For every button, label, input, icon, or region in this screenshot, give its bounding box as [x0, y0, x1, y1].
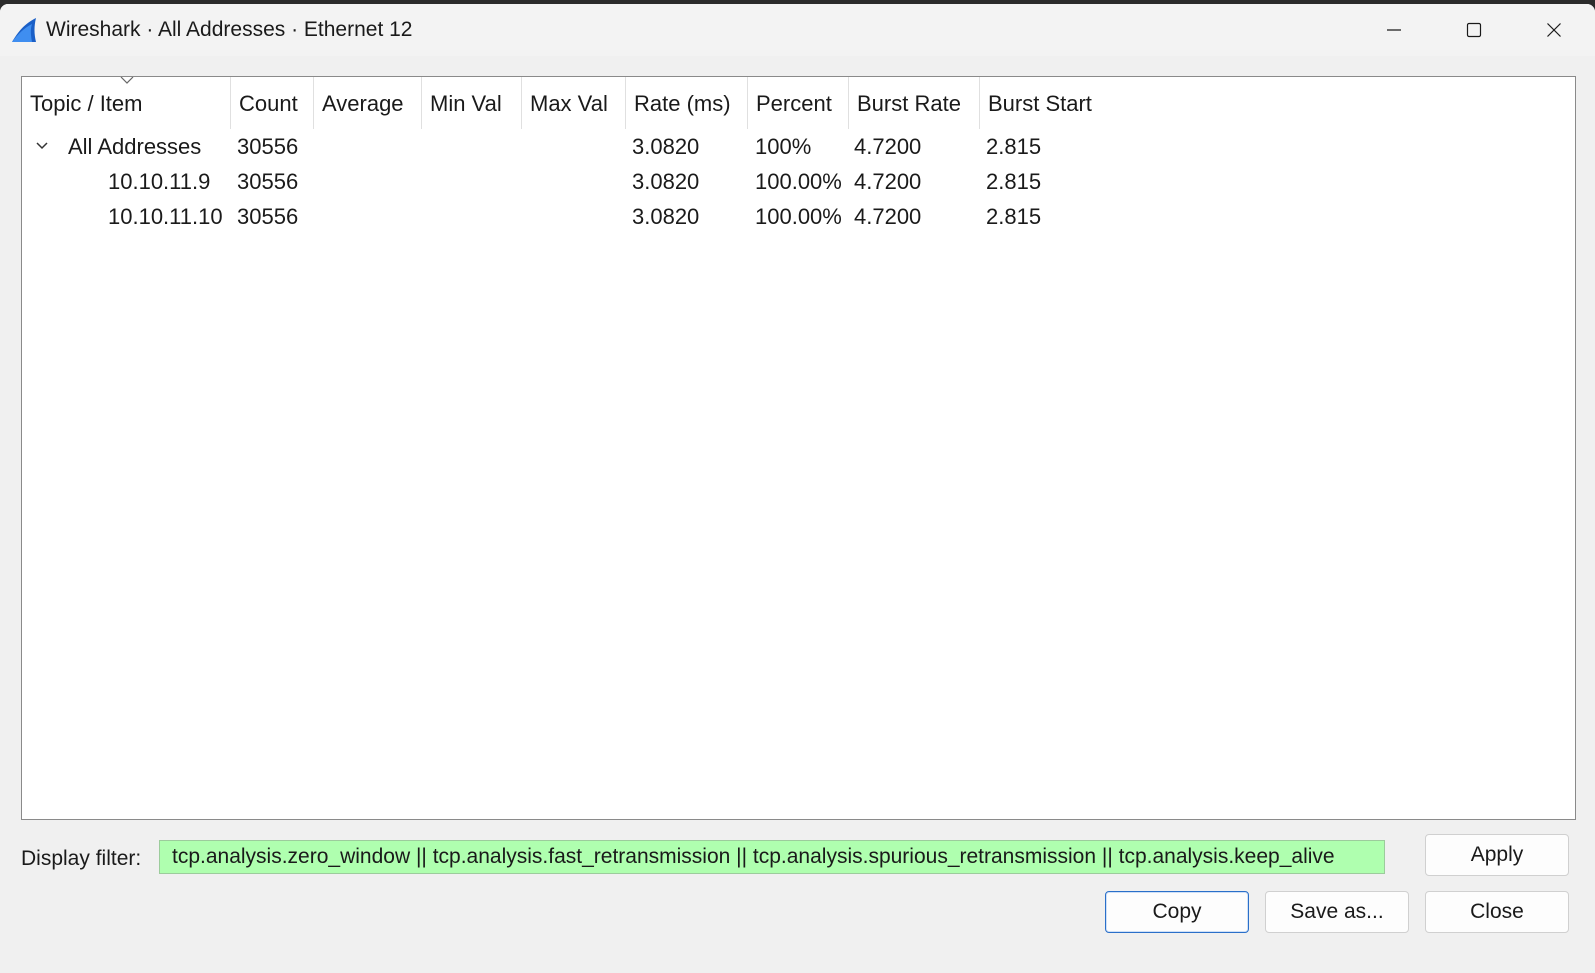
column-header-label: Burst Rate [857, 91, 961, 116]
column-header-count[interactable]: Count [231, 77, 314, 129]
statistics-window: Wireshark · All Addresses · Ethernet 12 [0, 4, 1595, 973]
window-title: Wireshark · All Addresses · Ethernet 12 [46, 18, 413, 41]
column-header-label: Count [239, 91, 298, 116]
cell-burst-start: 2.815 [986, 134, 1042, 159]
column-header-label: Rate (ms) [634, 91, 731, 116]
column-header-topic[interactable]: Topic / Item [22, 77, 231, 129]
maximize-icon [1466, 22, 1482, 38]
cell-burst-rate: 4.7200 [854, 169, 922, 194]
cell-burst-rate: 4.7200 [854, 134, 922, 159]
display-filter-label: Display filter: [21, 847, 142, 870]
title-bar[interactable]: Wireshark · All Addresses · Ethernet 12 [0, 4, 1595, 56]
column-header-percent[interactable]: Percent [748, 77, 849, 129]
maximize-button[interactable] [1435, 4, 1513, 56]
cell-count: 30556 [237, 204, 299, 229]
table-row[interactable]: All Addresses 30556 3.0820 100% 4.7200 2… [22, 129, 1575, 164]
minimize-icon [1387, 29, 1401, 31]
column-header-label: Max Val [530, 91, 608, 116]
cell-burst-start: 2.815 [986, 204, 1042, 229]
stats-tree[interactable]: Topic / Item Count Average Min Val Max V… [21, 76, 1576, 820]
close-button[interactable]: Close [1425, 891, 1569, 933]
table-header: Topic / Item Count Average Min Val Max V… [22, 77, 1575, 129]
column-header-label: Topic / Item [30, 91, 143, 116]
cell-topic: 10.10.11.9 [108, 169, 211, 194]
cell-rate: 3.0820 [632, 134, 700, 159]
cell-count: 30556 [237, 134, 299, 159]
copy-button[interactable]: Copy [1105, 891, 1249, 933]
minimize-button[interactable] [1355, 4, 1433, 56]
wireshark-fin-icon [12, 18, 36, 42]
column-header-label: Burst Start [988, 91, 1092, 116]
column-header-min-val[interactable]: Min Val [422, 77, 522, 129]
cell-topic: All Addresses [68, 134, 202, 159]
table-row[interactable]: 10.10.11.9 30556 3.0820 100.00% 4.7200 2… [22, 164, 1575, 199]
cell-topic: 10.10.11.10 [108, 204, 223, 229]
cell-count: 30556 [237, 169, 299, 194]
sort-descending-icon [120, 77, 134, 84]
apply-button[interactable]: Apply [1425, 834, 1569, 876]
column-header-burst-rate[interactable]: Burst Rate [849, 77, 980, 129]
chevron-down-icon[interactable] [34, 138, 50, 154]
column-header-label: Average [322, 91, 404, 116]
cell-percent: 100.00% [755, 204, 842, 229]
column-header-burst-start[interactable]: Burst Start [980, 77, 1140, 129]
save-as-button[interactable]: Save as... [1265, 891, 1409, 933]
cell-rate: 3.0820 [632, 169, 700, 194]
cell-percent: 100.00% [755, 169, 842, 194]
column-header-rate[interactable]: Rate (ms) [626, 77, 748, 129]
close-icon [1547, 23, 1561, 37]
cell-burst-start: 2.815 [986, 169, 1042, 194]
column-header-max-val[interactable]: Max Val [522, 77, 626, 129]
cell-burst-rate: 4.7200 [854, 204, 922, 229]
table-row[interactable]: 10.10.11.10 30556 3.0820 100.00% 4.7200 … [22, 199, 1575, 234]
cell-percent: 100% [755, 134, 812, 159]
close-window-button[interactable] [1515, 4, 1593, 56]
column-header-average[interactable]: Average [314, 77, 422, 129]
column-header-label: Min Val [430, 91, 502, 116]
cell-rate: 3.0820 [632, 204, 700, 229]
column-header-label: Percent [756, 91, 832, 116]
display-filter-input[interactable]: tcp.analysis.zero_window || tcp.analysis… [159, 840, 1385, 874]
